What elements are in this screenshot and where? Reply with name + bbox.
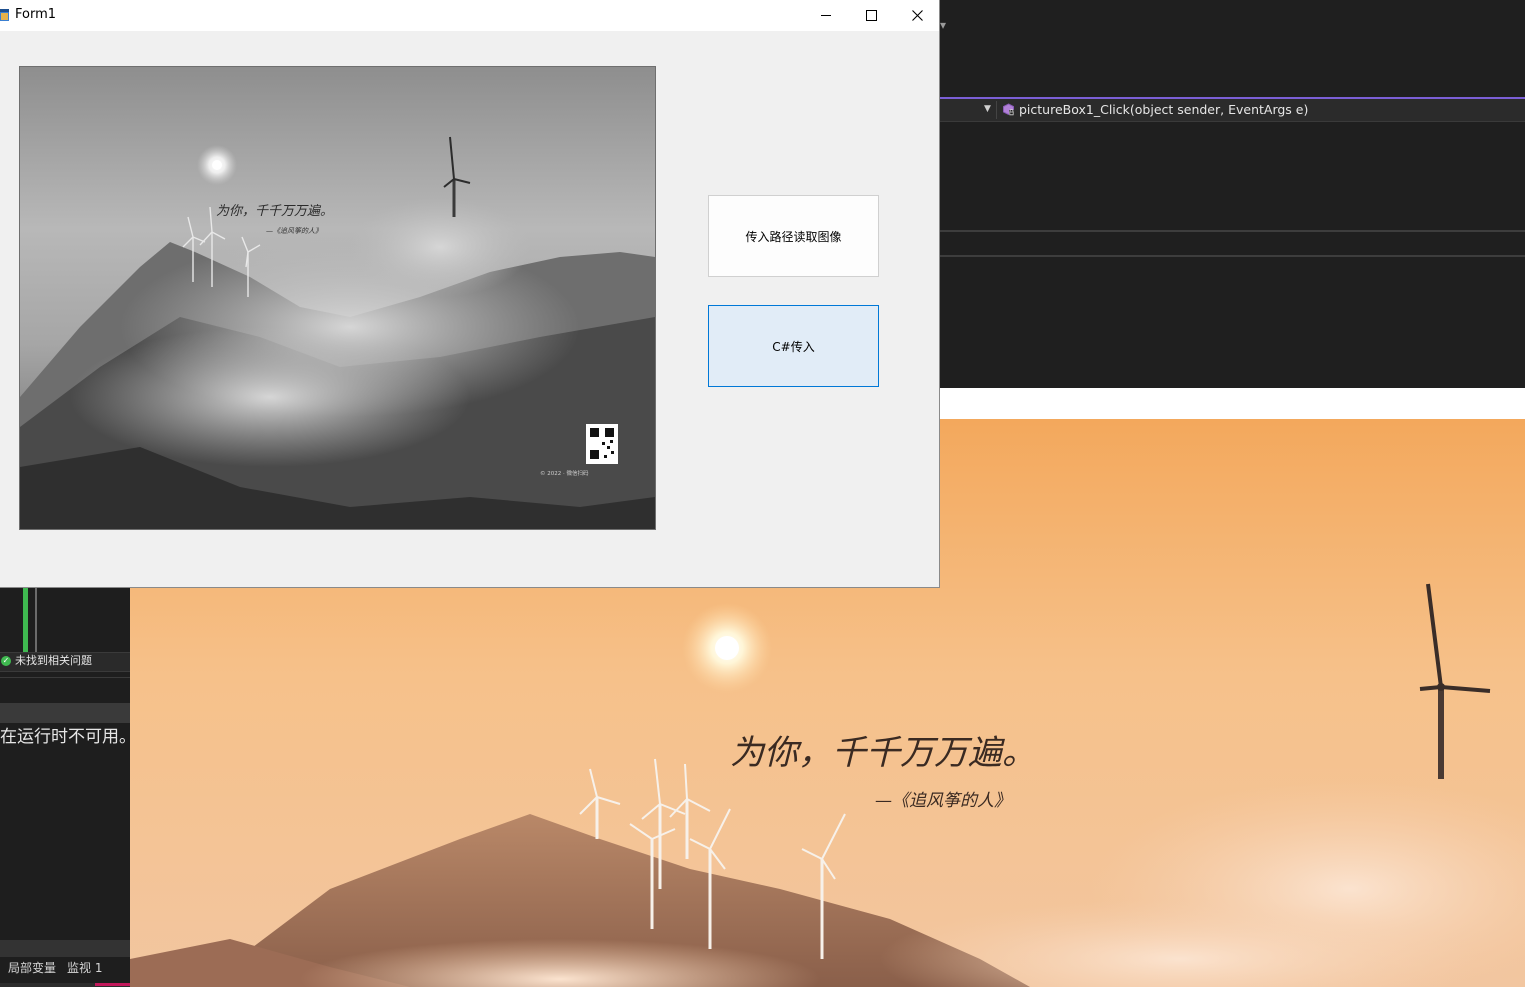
- photo-attribution-text: —《追风筝的人》: [875, 791, 1011, 811]
- read-image-by-path-button[interactable]: 传入路径读取图像: [708, 195, 879, 277]
- close-icon: [911, 10, 923, 21]
- scroll-indicator: [35, 588, 37, 652]
- toolbar-dropdown-icon[interactable]: ▾: [940, 18, 946, 32]
- tab-locals[interactable]: 局部变量: [8, 959, 56, 977]
- picture-footer-text: © 2022 · 微信扫码: [540, 469, 589, 477]
- tab-watch-1[interactable]: 监视 1: [67, 959, 102, 977]
- check-circle-icon: ✓: [1, 656, 11, 666]
- changes-indicator: [23, 588, 28, 652]
- minimize-icon: [820, 15, 831, 16]
- panel-header: [0, 703, 130, 723]
- picture-quote-text: 为你，千千万万遍。: [216, 204, 333, 219]
- maximize-button[interactable]: [848, 0, 894, 31]
- code-editor-area: [940, 0, 1525, 388]
- form1-window: Form1 为你，千千万万遍。 —《追风筝的人》 © 2022 · 微信扫码 传…: [0, 0, 940, 588]
- panel-footer: [0, 940, 130, 957]
- method-selector[interactable]: pictureBox1_Click(object sender, EventAr…: [1019, 101, 1308, 119]
- issues-status-text[interactable]: 未找到相关问题: [15, 653, 92, 669]
- title-bar[interactable]: Form1: [0, 0, 939, 31]
- maximize-icon: [865, 10, 877, 21]
- navigation-separator: [996, 101, 997, 119]
- method-icon: [1003, 103, 1014, 116]
- picture-box[interactable]: 为你，千千万万遍。 —《追风筝的人》 © 2022 · 微信扫码: [19, 66, 656, 530]
- close-button[interactable]: [894, 0, 940, 31]
- minimize-button[interactable]: [803, 0, 849, 31]
- runtime-unavailable-message: 在运行时不可用。: [0, 727, 130, 747]
- chevron-down-icon[interactable]: ▼: [984, 104, 991, 114]
- csharp-input-button[interactable]: C#传入: [708, 305, 879, 387]
- editor-divider: [940, 230, 1525, 232]
- photo-quote-text: 为你，千千万万遍。: [730, 733, 1036, 773]
- app-icon: [0, 9, 9, 21]
- panel-divider: [0, 677, 130, 678]
- window-title: Form1: [15, 7, 57, 22]
- editor-divider: [940, 255, 1525, 257]
- panel-gap: [940, 388, 1525, 419]
- grayscale-photo: 为你，千千万万遍。 —《追风筝的人》 © 2022 · 微信扫码: [20, 67, 655, 529]
- active-tab-indicator: [95, 983, 130, 986]
- solution-panel: [0, 588, 130, 987]
- picture-attribution-text: —《追风筝的人》: [266, 227, 322, 235]
